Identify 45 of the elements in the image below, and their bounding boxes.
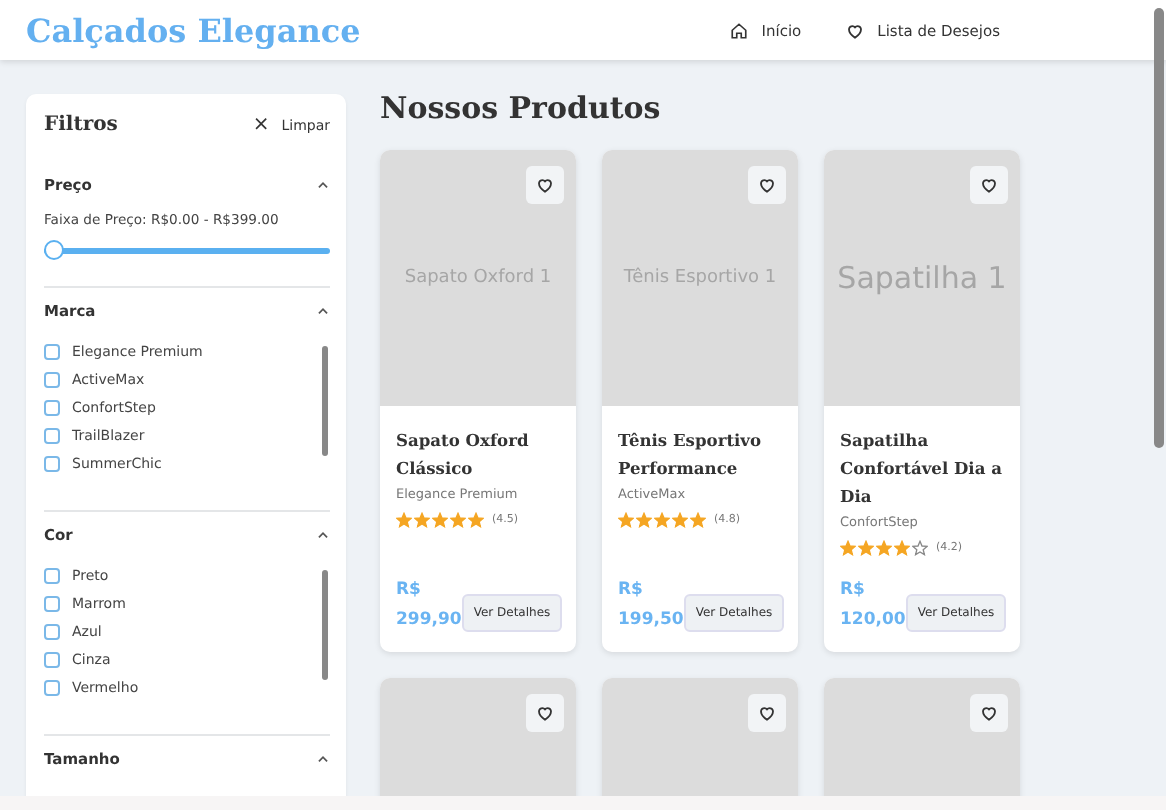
heart-icon	[536, 176, 554, 194]
checkbox[interactable]	[44, 568, 60, 584]
heart-icon	[536, 704, 554, 722]
wishlist-button[interactable]	[526, 166, 564, 204]
price: 299,90	[396, 608, 462, 634]
filters-title: Filtros	[44, 114, 118, 136]
price-slider[interactable]	[44, 240, 330, 260]
price-currency: R$	[618, 578, 645, 604]
chevron-icon[interactable]	[316, 178, 330, 192]
close-icon: ×	[252, 114, 270, 136]
checkbox[interactable]	[44, 652, 60, 668]
price: 120,00	[840, 608, 906, 634]
product-name: Sapato Oxford Clássico	[396, 428, 531, 482]
heart-icon	[845, 21, 864, 39]
product-name: Sapatilha Confortável Dia a Dia	[840, 428, 1004, 510]
wishlist-button[interactable]	[748, 166, 786, 204]
scrollbar-thumb[interactable]	[322, 346, 328, 456]
checkbox[interactable]	[44, 456, 60, 472]
wishlist-button[interactable]	[970, 694, 1008, 732]
checkbox[interactable]	[44, 344, 60, 360]
checkbox[interactable]	[44, 400, 60, 416]
checkbox[interactable]	[44, 624, 60, 640]
price: 199,50	[618, 608, 684, 634]
price-currency: R$	[840, 578, 867, 604]
page-title: Nossos Produtos	[380, 90, 663, 126]
price-currency: R$	[396, 578, 423, 604]
heart-icon	[980, 176, 998, 194]
heart-icon	[758, 704, 776, 722]
wishlist-button[interactable]	[748, 694, 786, 732]
scrollbar-thumb[interactable]	[1154, 8, 1164, 448]
slider-thumb[interactable]	[44, 240, 64, 260]
wishlist-button[interactable]	[526, 694, 564, 732]
wishlist-button[interactable]	[970, 166, 1008, 204]
home-icon	[729, 21, 748, 39]
scrollbar-thumb[interactable]	[322, 570, 328, 680]
product-name: Tênis Esportivo Performance	[618, 428, 764, 482]
heart-icon	[758, 176, 776, 194]
chevron-icon[interactable]	[316, 752, 330, 766]
heart-icon	[980, 704, 998, 722]
checkbox[interactable]	[44, 596, 60, 612]
chevron-icon[interactable]	[316, 304, 330, 318]
checkbox[interactable]	[44, 428, 60, 444]
chevron-icon[interactable]	[316, 528, 330, 542]
checkbox[interactable]	[44, 372, 60, 388]
checkbox[interactable]	[44, 680, 60, 696]
